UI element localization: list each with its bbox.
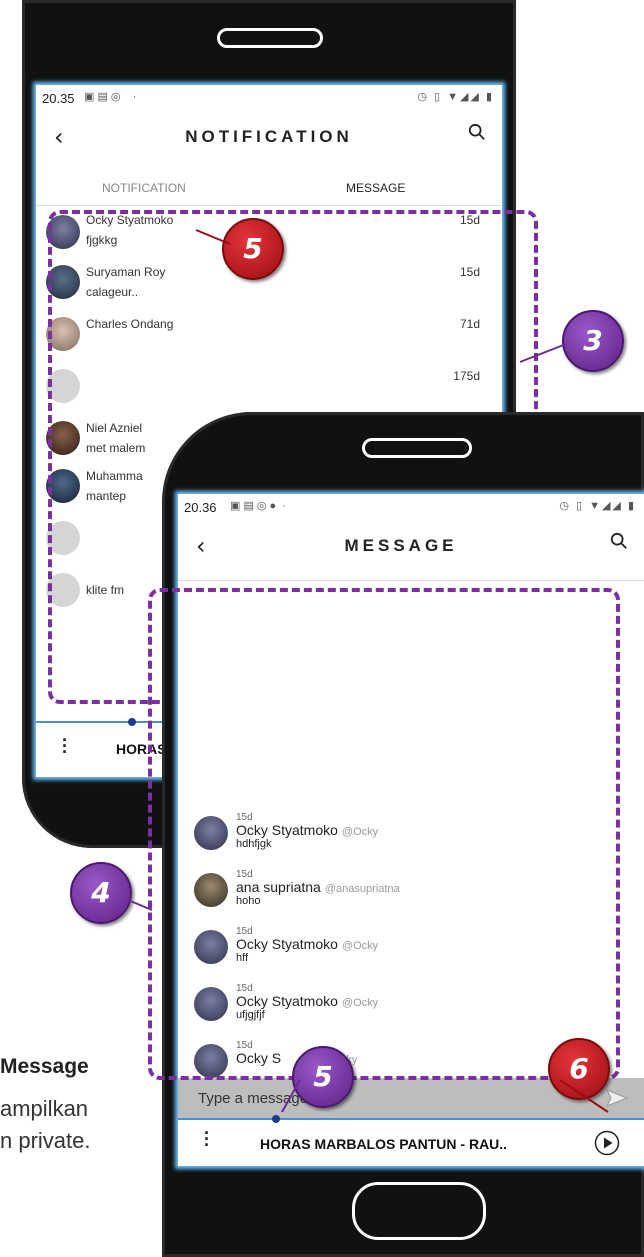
- notification-icons: ▣ ▤ ◎ ·: [84, 91, 137, 103]
- tab-bar: NOTIFICATION MESSAGE: [36, 171, 502, 205]
- system-icons: ◷ ▯ ▼◢◢ ▮: [417, 91, 494, 103]
- player-title: HORAS MARBALOS PANTUN - RAU..: [260, 1136, 508, 1152]
- notification-icons: ▣ ▤ ◎ ● ·: [230, 500, 286, 512]
- more-menu-icon[interactable]: · · ·: [62, 731, 68, 761]
- status-bar: 20.36 ▣ ▤ ◎ ● · ◷ ▯ ▼◢◢ ▮: [178, 494, 644, 520]
- side-heading: Message: [0, 1055, 89, 1078]
- tab-notification[interactable]: NOTIFICATION: [102, 181, 186, 195]
- step-badge-5: 5: [292, 1046, 354, 1108]
- step-badge-3: 3: [562, 310, 624, 372]
- progress-dot[interactable]: [128, 718, 136, 726]
- step-badge-5: 5: [222, 218, 284, 280]
- progress-dot[interactable]: [272, 1115, 280, 1123]
- page-title: MESSAGE: [344, 536, 458, 555]
- status-time: 20.35: [42, 91, 75, 106]
- speaker-slot: [362, 438, 472, 458]
- status-time: 20.36: [184, 500, 217, 515]
- tab-message[interactable]: MESSAGE: [346, 181, 405, 195]
- status-bar: 20.35 ▣ ▤ ◎ · ◷ ▯ ▼◢◢ ▮: [36, 85, 502, 111]
- page-title: NOTIFICATION: [185, 127, 353, 146]
- side-line-2: n private.: [0, 1128, 91, 1153]
- app-bar: ‹ NOTIFICATION: [36, 115, 502, 159]
- search-icon[interactable]: [610, 532, 628, 550]
- tab-divider: [36, 205, 502, 206]
- player-bar: · · · HORAS MARBALOS PANTUN - RAU..: [178, 1115, 644, 1166]
- search-icon[interactable]: [468, 123, 486, 141]
- home-button[interactable]: [352, 1182, 486, 1240]
- app-bar: ‹ MESSAGE: [178, 524, 644, 568]
- step-badge-6: 6: [548, 1038, 610, 1100]
- highlight-box-conversation: [148, 588, 620, 1080]
- side-line-1: ampilkan: [0, 1096, 89, 1121]
- send-icon[interactable]: [604, 1086, 630, 1110]
- step-badge-4: 4: [70, 862, 132, 924]
- speaker-slot: [217, 28, 323, 48]
- appbar-divider: [178, 580, 644, 581]
- play-icon[interactable]: [594, 1130, 620, 1156]
- more-menu-icon[interactable]: · · ·: [204, 1124, 210, 1154]
- system-icons: ◷ ▯ ▼◢◢ ▮: [559, 500, 636, 512]
